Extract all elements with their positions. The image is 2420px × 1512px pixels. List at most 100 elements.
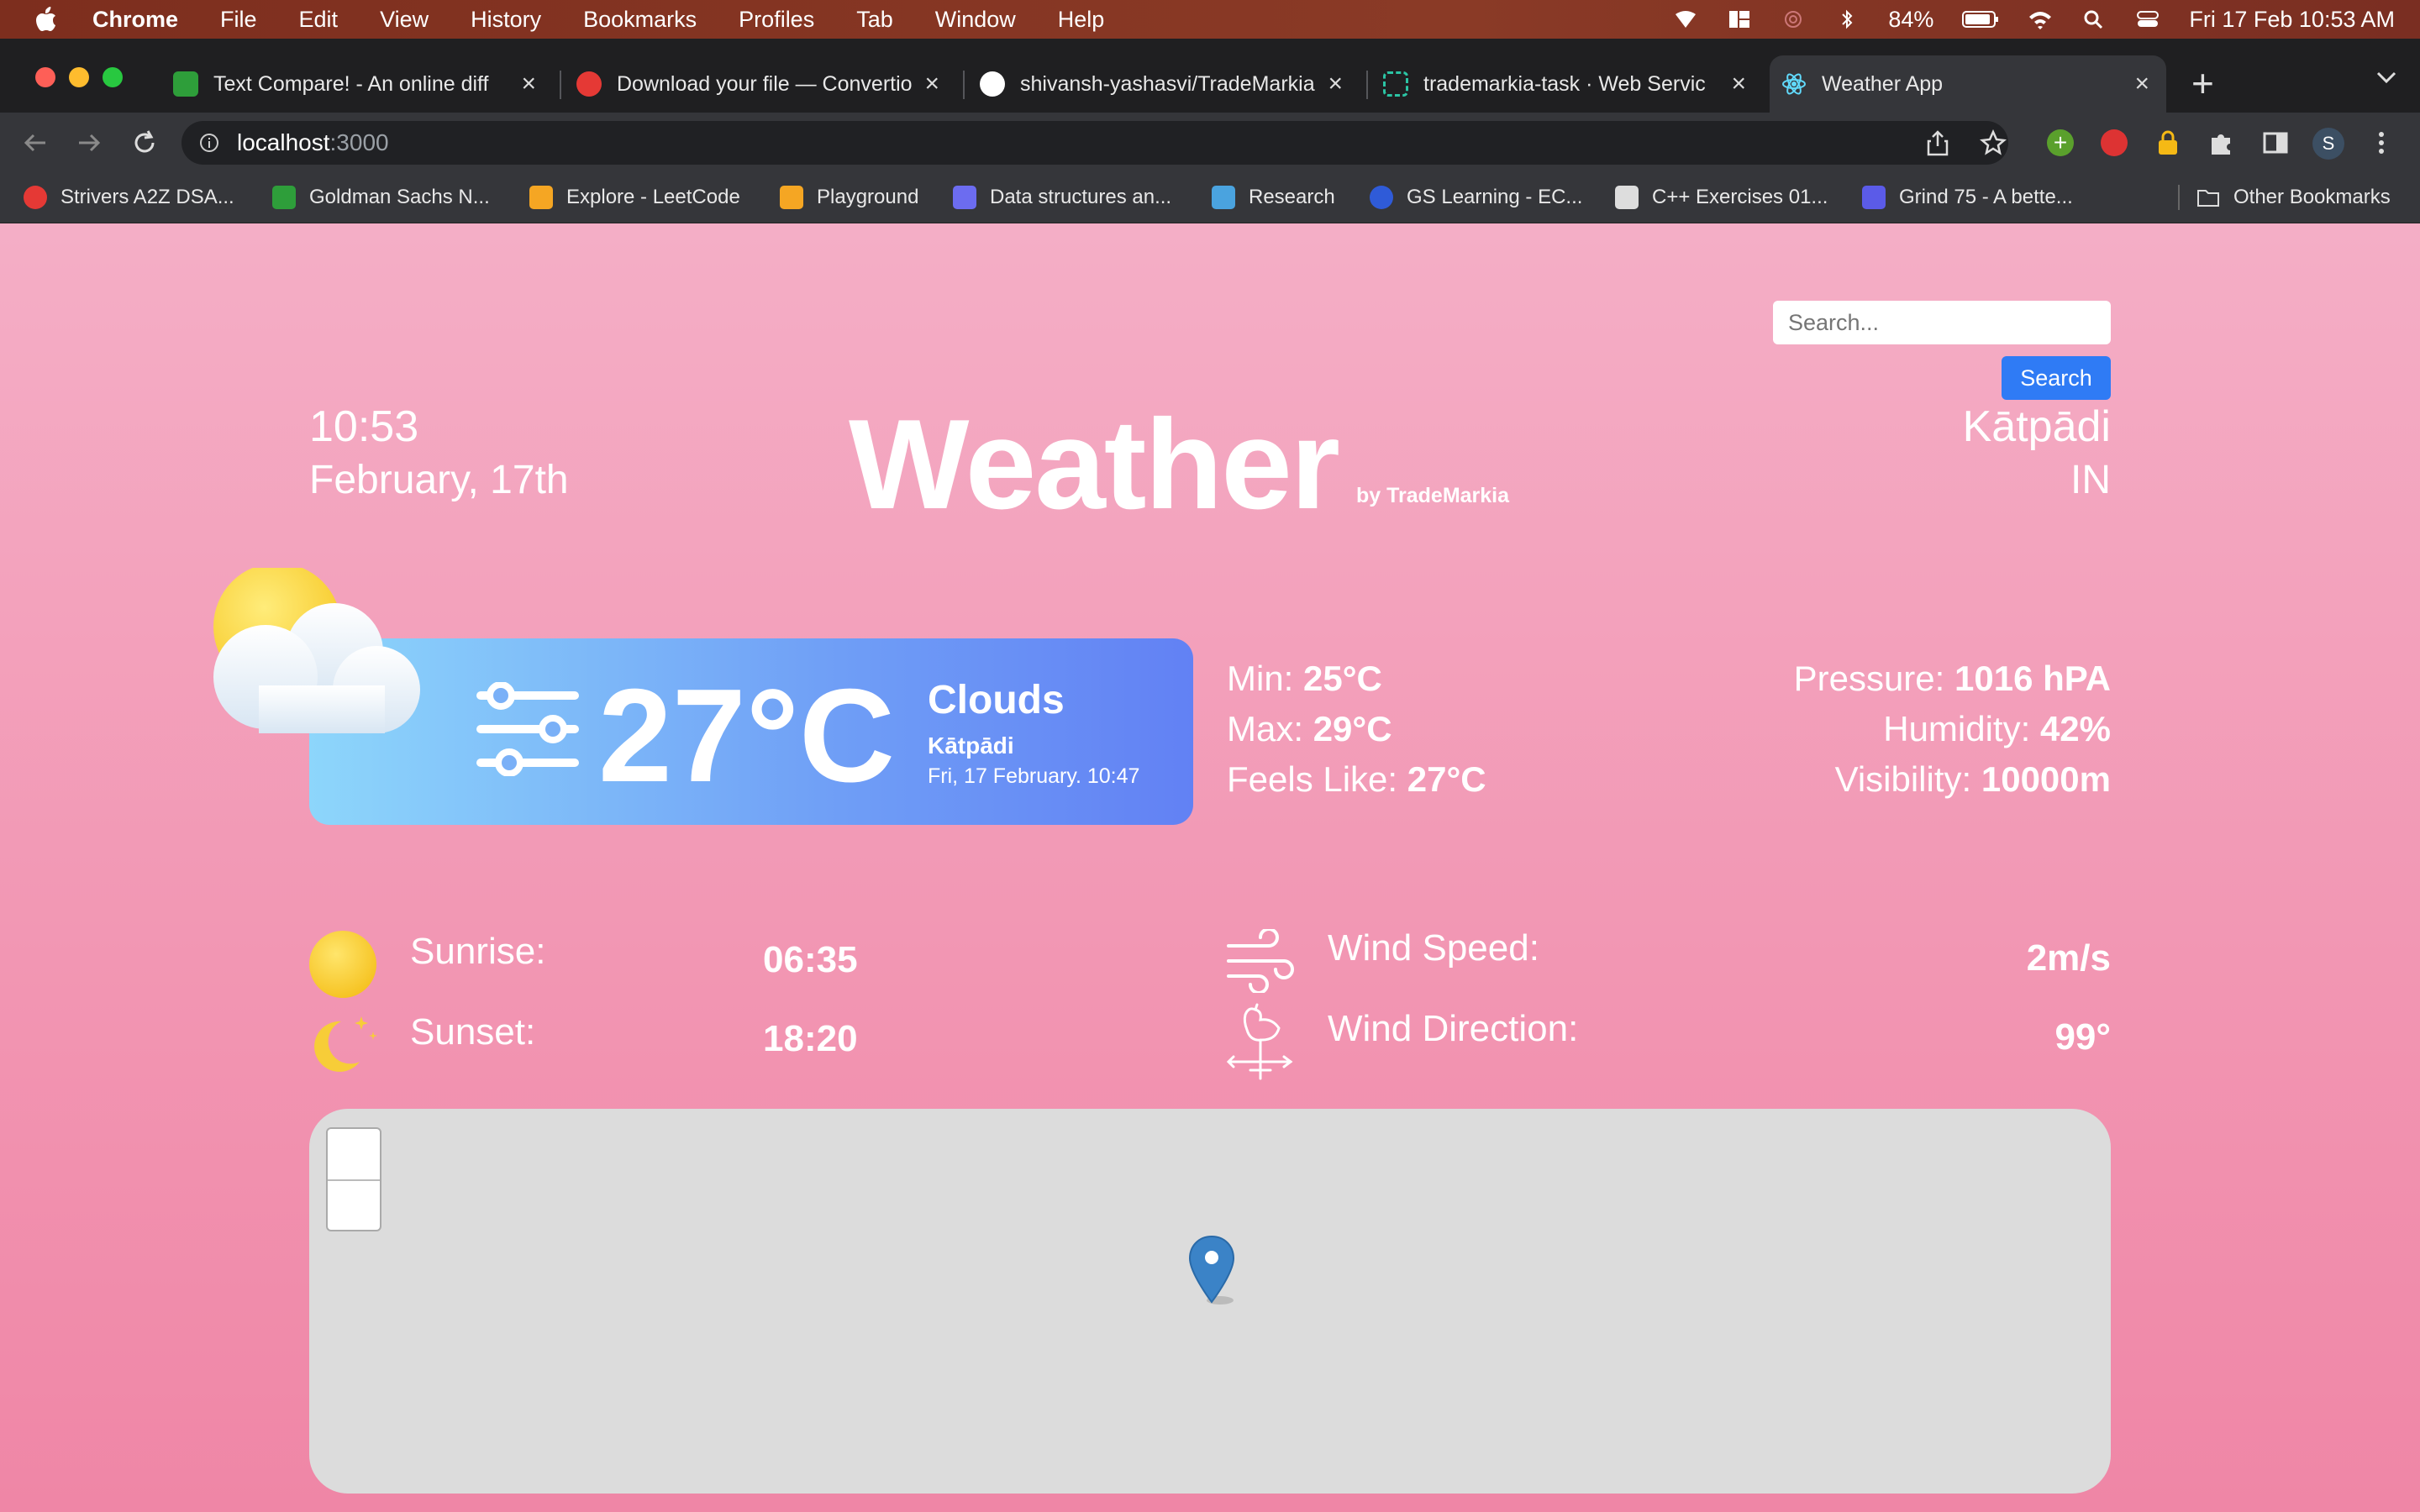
weather-card-date: Fri, 17 February. 10:47: [928, 764, 1140, 788]
bookmark-item[interactable]: Playground: [780, 171, 918, 223]
close-tab-icon[interactable]: ×: [1328, 70, 1343, 98]
site-info-icon[interactable]: [198, 132, 220, 154]
bookmark-item[interactable]: Goldman Sachs N...: [272, 171, 490, 223]
map-marker-icon[interactable]: [1186, 1235, 1237, 1305]
battery-percent: 84%: [1888, 6, 1934, 32]
bookmark-label: Playground: [817, 186, 919, 208]
location-map[interactable]: [309, 1109, 2111, 1494]
bookmark-favicon-icon: [1615, 186, 1639, 209]
tab-convertio[interactable]: Download your file — Convertio ×: [576, 55, 956, 113]
bookmark-favicon-icon: [272, 186, 296, 209]
extension-plus-icon[interactable]: +: [2047, 129, 2074, 156]
wind-speed-value: 2m/s: [2026, 937, 2111, 979]
menu-file[interactable]: File: [220, 7, 257, 33]
render-favicon-icon: [1383, 71, 1408, 97]
pressure: Pressure: 1016 hPA: [1794, 659, 2111, 699]
close-window-button[interactable]: [35, 67, 55, 87]
bookmark-favicon-icon: [780, 186, 803, 209]
location-country: IN: [2070, 458, 2111, 502]
maximize-window-button[interactable]: [103, 67, 123, 87]
control-center-icon[interactable]: [2135, 9, 2160, 29]
menu-help[interactable]: Help: [1058, 7, 1105, 33]
menu-history[interactable]: History: [471, 7, 541, 33]
menu-edit[interactable]: Edit: [299, 7, 339, 33]
bookmarks-bar: Strivers A2Z DSA... Goldman Sachs N... E…: [0, 171, 2420, 223]
minimize-window-button[interactable]: [69, 67, 89, 87]
wifi-icon[interactable]: [2028, 9, 2053, 29]
max-value: 29°C: [1313, 709, 1392, 748]
spotlight-search-icon[interactable]: [2081, 9, 2107, 29]
bookmark-item[interactable]: GS Learning - EC...: [1370, 171, 1582, 223]
other-bookmarks-label: Other Bookmarks: [2233, 186, 2391, 208]
bookmark-item[interactable]: Data structures an...: [953, 171, 1171, 223]
visibility-label: Visibility:: [1834, 759, 1981, 799]
map-zoom-control: [326, 1127, 381, 1231]
window-layout-icon[interactable]: [1727, 9, 1752, 29]
macos-menubar: Chrome File Edit View History Bookmarks …: [0, 0, 2420, 39]
browser-menu-icon[interactable]: [2376, 129, 2386, 156]
sun-icon: [309, 931, 376, 998]
extension-hand-icon[interactable]: [2101, 129, 2128, 156]
bluetooth-icon[interactable]: [1834, 9, 1860, 29]
tab-text-compare[interactable]: Text Compare! - An online diff ×: [173, 55, 553, 113]
new-tab-button[interactable]: +: [2191, 60, 2214, 106]
app-byline: by TradeMarkia: [1356, 484, 1510, 507]
bookmark-item[interactable]: C++ Exercises 01...: [1615, 171, 1828, 223]
weather-card-city: Kātpādi: [928, 732, 1014, 759]
airdrop-icon[interactable]: [1781, 9, 1806, 29]
bookmark-star-icon[interactable]: [1980, 129, 2007, 156]
bookmark-item[interactable]: Strivers A2Z DSA...: [24, 171, 234, 223]
close-tab-icon[interactable]: ×: [2134, 70, 2149, 98]
share-icon[interactable]: [1926, 129, 1949, 156]
tab-title: shivansh-yashasvi/TradeMarkia: [1020, 71, 1315, 96]
menu-view[interactable]: View: [380, 7, 429, 33]
tab-search-chevron-icon[interactable]: [2375, 69, 2398, 86]
bookmark-item[interactable]: Research: [1212, 171, 1335, 223]
bookmark-favicon-icon: [953, 186, 976, 209]
partly-cloudy-icon: [213, 568, 420, 733]
sliders-icon: [476, 682, 579, 776]
side-panel-icon[interactable]: [2262, 129, 2289, 156]
folder-icon: [2197, 190, 2219, 207]
battery-icon[interactable]: [1962, 9, 1999, 29]
city-search-input[interactable]: [1773, 301, 2111, 344]
sunrise-value: 06:35: [763, 939, 858, 980]
back-arrow-icon: [24, 134, 45, 152]
bookmark-item[interactable]: Grind 75 - A bette...: [1862, 171, 2073, 223]
other-bookmarks-folder[interactable]: Other Bookmarks: [2196, 171, 2391, 223]
zoom-in-button[interactable]: [328, 1129, 380, 1179]
github-favicon-icon: [980, 71, 1005, 97]
profile-avatar[interactable]: S: [2312, 128, 2344, 160]
bookmark-item[interactable]: Explore - LeetCode: [529, 171, 740, 223]
address-bar[interactable]: localhost:3000: [182, 121, 2070, 165]
extensions-puzzle-icon[interactable]: [2208, 129, 2235, 156]
menu-tab[interactable]: Tab: [856, 7, 893, 33]
bookmark-label: GS Learning - EC...: [1407, 186, 1583, 208]
max-temperature: Max: 29°C: [1227, 709, 1392, 749]
tab-github[interactable]: shivansh-yashasvi/TradeMarkia ×: [980, 55, 1360, 113]
close-tab-icon[interactable]: ×: [521, 70, 536, 98]
reload-button[interactable]: [129, 128, 160, 158]
back-button[interactable]: [20, 128, 50, 158]
bookmarks-separator: [2178, 185, 2180, 210]
feels-label: Feels Like:: [1227, 759, 1407, 799]
menu-window[interactable]: Window: [935, 7, 1016, 33]
menubar-clock[interactable]: Fri 17 Feb 10:53 AM: [2189, 7, 2395, 33]
weather-app-page: Search 10:53 February, 17th Weather by T…: [0, 223, 2420, 1512]
extension-lock-icon[interactable]: [2156, 129, 2180, 156]
zoom-out-button[interactable]: [328, 1181, 380, 1230]
wind-direction-label: Wind Direction:: [1328, 1008, 1579, 1049]
forward-button[interactable]: [74, 128, 104, 158]
tab-weather-app[interactable]: Weather App ×: [1770, 55, 2166, 113]
tab-render[interactable]: trademarkia-task · Web Servic ×: [1383, 55, 1763, 113]
humidity-label: Humidity:: [1883, 709, 2040, 748]
search-button[interactable]: Search: [2002, 356, 2111, 400]
apple-logo-icon[interactable]: [35, 7, 57, 32]
close-tab-icon[interactable]: ×: [1731, 70, 1746, 98]
menu-app-name[interactable]: Chrome: [92, 7, 178, 33]
menu-profiles[interactable]: Profiles: [739, 7, 814, 33]
menu-bookmarks[interactable]: Bookmarks: [583, 7, 697, 33]
close-tab-icon[interactable]: ×: [924, 70, 939, 98]
wind-icon: [1227, 929, 1294, 993]
vpn-status-icon[interactable]: [1673, 9, 1698, 29]
